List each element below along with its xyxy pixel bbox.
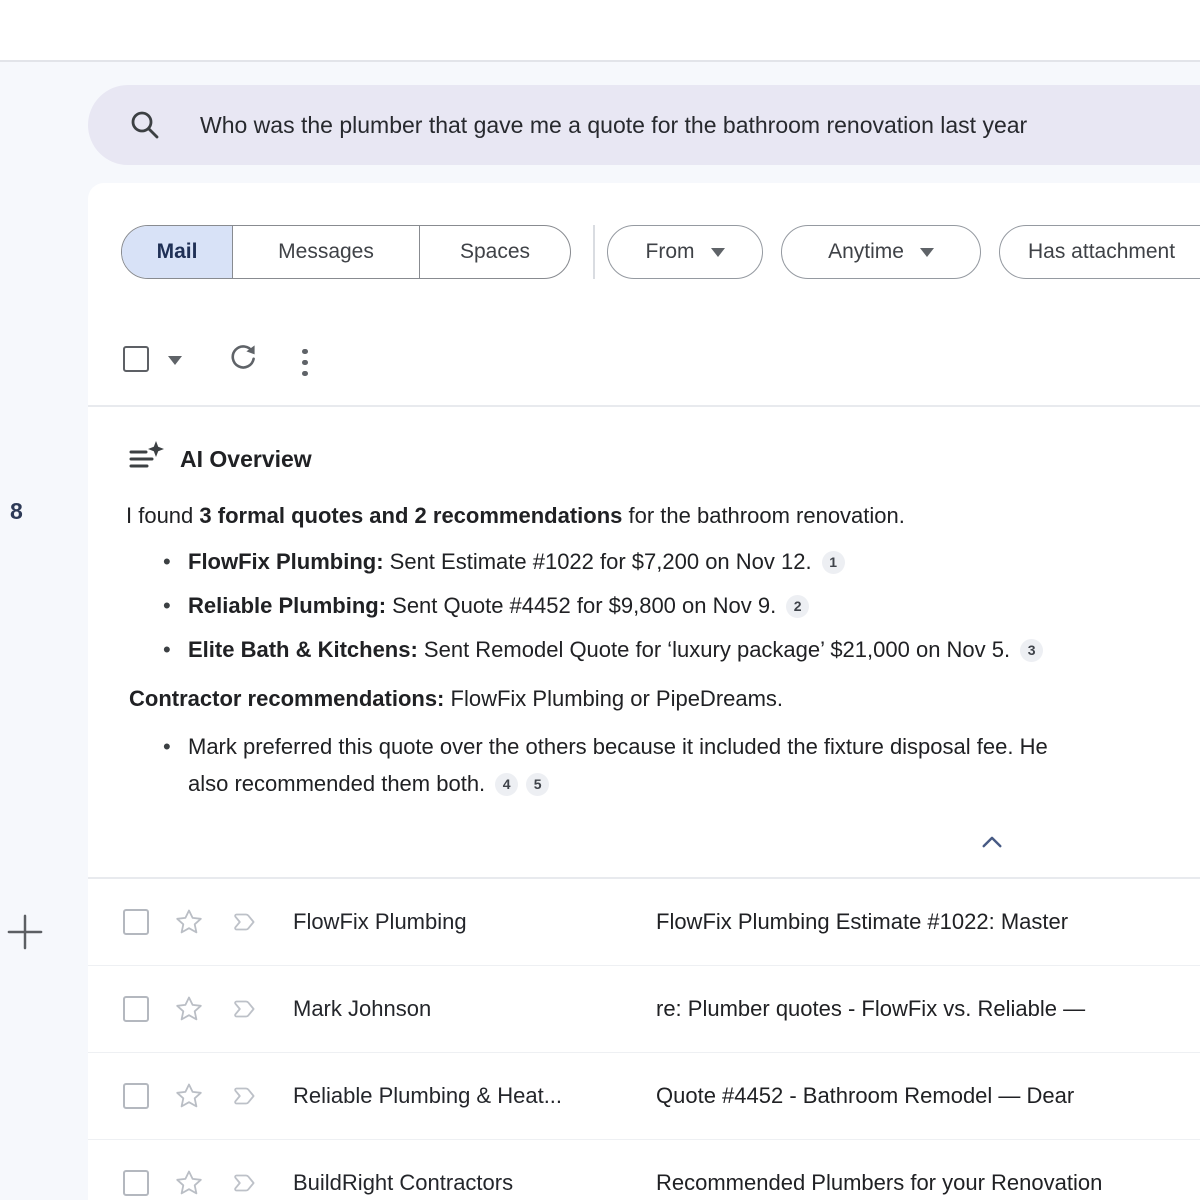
search-query-text: Who was the plumber that gave me a quote… <box>200 85 1027 165</box>
note-line-1: •Mark preferred this quote over the othe… <box>126 734 1048 760</box>
select-dropdown-caret-icon[interactable] <box>168 356 182 365</box>
gmail-search-results: 8 Who was the plumber that gave me a quo… <box>0 0 1200 1200</box>
label-unread-count: 8 <box>10 498 23 525</box>
email-row[interactable]: FlowFix Plumbing FlowFix Plumbing Estima… <box>88 879 1200 966</box>
intro-pre: I found <box>126 503 199 528</box>
filter-chip-anytime[interactable]: Anytime <box>781 225 981 279</box>
filter-chip-has-attachment[interactable]: Has attachment <box>999 225 1200 279</box>
bullet-dot: • <box>163 637 188 663</box>
top-bar <box>0 0 1200 62</box>
quote-vendor: Elite Bath & Kitchens: <box>188 637 418 662</box>
email-subject: Recommended Plumbers for your Renovation <box>656 1170 1102 1196</box>
email-row[interactable]: BuildRight Contractors Recommended Plumb… <box>88 1140 1200 1200</box>
citation-badge[interactable]: 3 <box>1020 639 1043 662</box>
more-options-icon[interactable] <box>302 343 310 382</box>
email-sender: Mark Johnson <box>293 996 648 1022</box>
chevron-down-icon <box>920 248 934 257</box>
email-sender: BuildRight Contractors <box>293 1170 648 1196</box>
quote-vendor: Reliable Plumbing: <box>188 593 386 618</box>
toolbar-divider <box>88 405 1200 407</box>
recommendation-label: Contractor recommendations: <box>129 686 444 711</box>
tab-mail[interactable]: Mail <box>122 226 232 278</box>
filter-chip-from-label: From <box>646 240 695 264</box>
email-sender: Reliable Plumbing & Heat... <box>293 1083 648 1109</box>
row-checkbox[interactable] <box>123 909 149 935</box>
note-text-2: also recommended them both. <box>188 771 485 796</box>
email-subject: Quote #4452 - Bathroom Remodel — Dear <box>656 1083 1074 1109</box>
select-all-checkbox[interactable] <box>123 346 149 372</box>
tab-spaces[interactable]: Spaces <box>419 226 570 278</box>
search-icon <box>128 108 162 142</box>
star-icon[interactable] <box>174 994 204 1024</box>
tab-messages[interactable]: Messages <box>232 226 419 278</box>
quote-detail: Sent Remodel Quote for ‘luxury package’ … <box>418 637 1010 662</box>
bullet-dot: • <box>163 593 188 619</box>
ai-overview-title: AI Overview <box>180 446 312 473</box>
results-panel: Mail Messages Spaces From Anytime Has at… <box>88 183 1200 1200</box>
row-checkbox[interactable] <box>123 1170 149 1196</box>
quote-detail: Sent Quote #4452 for $9,800 on Nov 9. <box>386 593 776 618</box>
refresh-icon[interactable] <box>228 343 258 373</box>
search-bar[interactable]: Who was the plumber that gave me a quote… <box>88 85 1200 165</box>
row-checkbox[interactable] <box>123 1083 149 1109</box>
email-row[interactable]: Mark Johnson re: Plumber quotes - FlowFi… <box>88 966 1200 1053</box>
quote-item: •Reliable Plumbing: Sent Quote #4452 for… <box>126 593 809 619</box>
ai-overview-icon <box>128 439 164 475</box>
note-text-1: Mark preferred this quote over the other… <box>188 734 1048 759</box>
chips-divider <box>593 225 595 279</box>
plus-icon[interactable] <box>6 913 44 951</box>
email-sender: FlowFix Plumbing <box>293 909 648 935</box>
note-line-2: also recommended them both. 45 <box>188 771 549 797</box>
star-icon[interactable] <box>174 1081 204 1111</box>
chevron-down-icon <box>711 248 725 257</box>
importance-marker-icon[interactable] <box>230 997 258 1021</box>
email-subject: re: Plumber quotes - FlowFix vs. Reliabl… <box>656 996 1085 1022</box>
citation-badge[interactable]: 2 <box>786 595 809 618</box>
email-subject: FlowFix Plumbing Estimate #1022: Master <box>656 909 1068 935</box>
email-list: FlowFix Plumbing FlowFix Plumbing Estima… <box>88 879 1200 1200</box>
quote-item: •FlowFix Plumbing: Sent Estimate #1022 f… <box>126 549 845 575</box>
quote-detail: Sent Estimate #1022 for $7,200 on Nov 12… <box>384 549 812 574</box>
importance-marker-icon[interactable] <box>230 910 258 934</box>
citation-badge[interactable]: 5 <box>526 773 549 796</box>
citation-badge[interactable]: 1 <box>822 551 845 574</box>
recommendation-line: Contractor recommendations: FlowFix Plum… <box>129 686 783 712</box>
importance-marker-icon[interactable] <box>230 1171 258 1195</box>
importance-marker-icon[interactable] <box>230 1084 258 1108</box>
filter-chip-has-attachment-label: Has attachment <box>1028 240 1175 264</box>
citation-badge[interactable]: 4 <box>495 773 518 796</box>
intro-bold: 3 formal quotes and 2 recommendations <box>199 503 622 528</box>
email-row[interactable]: Reliable Plumbing & Heat... Quote #4452 … <box>88 1053 1200 1140</box>
collapse-chevron-icon[interactable] <box>980 834 1004 850</box>
filter-chip-from[interactable]: From <box>607 225 763 279</box>
filter-chip-anytime-label: Anytime <box>828 240 904 264</box>
row-checkbox[interactable] <box>123 996 149 1022</box>
star-icon[interactable] <box>174 1168 204 1198</box>
recommendation-text: FlowFix Plumbing or PipeDreams. <box>444 686 783 711</box>
star-icon[interactable] <box>174 907 204 937</box>
bullet-dot: • <box>163 549 188 575</box>
result-type-tabs: Mail Messages Spaces <box>121 225 571 279</box>
left-rail: 8 <box>0 62 88 1200</box>
intro-post: for the bathroom renovation. <box>622 503 905 528</box>
quote-vendor: FlowFix Plumbing: <box>188 549 384 574</box>
ai-overview-intro: I found 3 formal quotes and 2 recommenda… <box>126 503 905 529</box>
quote-item: •Elite Bath & Kitchens: Sent Remodel Quo… <box>126 637 1043 663</box>
bullet-dot: • <box>163 734 188 760</box>
